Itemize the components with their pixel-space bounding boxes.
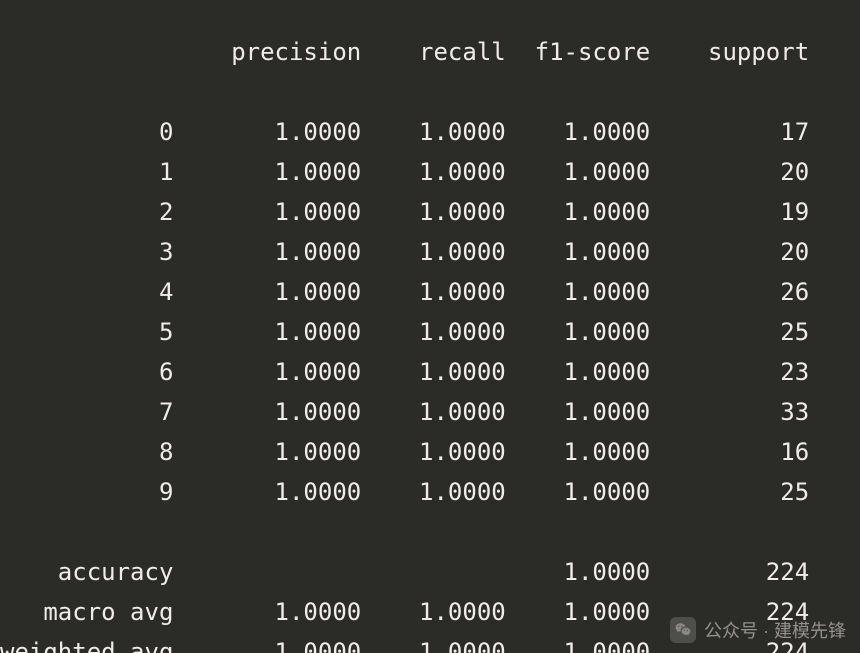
classification-report: precision recall f1-score support 0 1.00…	[0, 24, 860, 653]
